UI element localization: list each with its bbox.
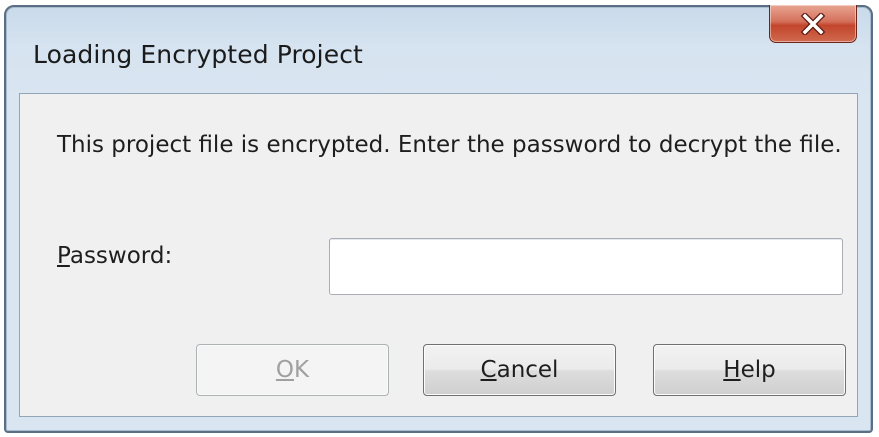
title-bar[interactable]: Loading Encrypted Project bbox=[6, 5, 871, 93]
password-label: Password: bbox=[57, 243, 172, 269]
password-input[interactable] bbox=[329, 238, 843, 295]
close-button[interactable] bbox=[769, 5, 857, 43]
password-label-text: assword: bbox=[69, 243, 173, 269]
ok-mnemonic: O bbox=[275, 357, 294, 383]
dialog-client-area: This project file is encrypted. Enter th… bbox=[19, 93, 858, 417]
cancel-button[interactable]: Cancel bbox=[423, 344, 616, 396]
dialog-window: Loading Encrypted Project This project f… bbox=[4, 5, 873, 433]
window-title: Loading Encrypted Project bbox=[33, 40, 363, 69]
cancel-mnemonic: C bbox=[480, 357, 497, 383]
message-text: This project file is encrypted. Enter th… bbox=[57, 132, 842, 158]
ok-label: K bbox=[294, 357, 310, 383]
help-label: elp bbox=[740, 357, 776, 383]
cancel-label: ancel bbox=[496, 357, 559, 383]
close-x-icon bbox=[800, 12, 826, 35]
help-button[interactable]: Help bbox=[653, 344, 846, 396]
ok-button[interactable]: OK bbox=[196, 344, 389, 396]
help-mnemonic: H bbox=[723, 357, 741, 383]
password-label-mnemonic: P bbox=[57, 243, 70, 269]
